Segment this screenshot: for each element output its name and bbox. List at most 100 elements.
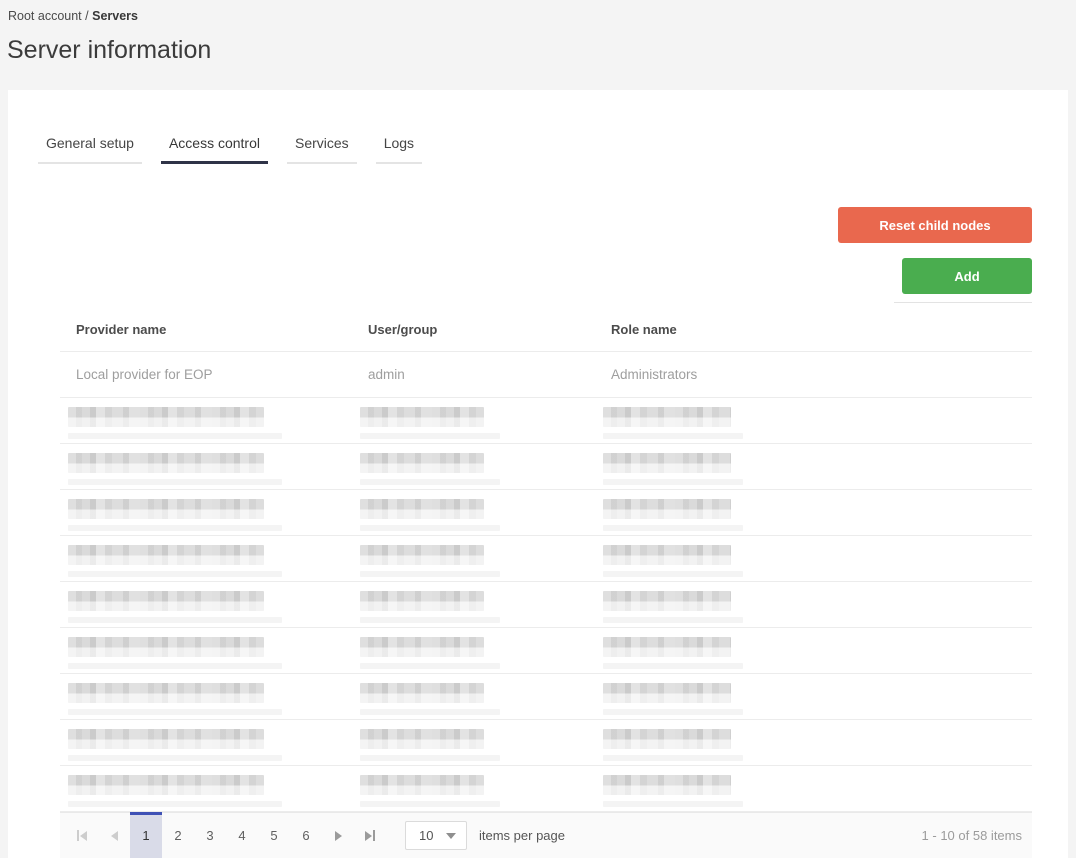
cell-user-group [352,766,595,811]
redacted-text [360,729,484,749]
redacted-underline [360,571,500,577]
redacted-text [603,407,731,427]
redacted-text [68,775,264,795]
redacted-text [603,453,731,473]
access-control-table: Provider name User/group Role name Local… [60,307,1032,858]
tab-strip: General setup Access control Services Lo… [38,135,441,164]
cell-provider-name [60,490,352,535]
redacted-text [68,729,264,749]
cell-role-name [595,674,1032,719]
redacted-underline [68,525,282,531]
table-row-redacted[interactable] [60,766,1032,812]
redacted-text [360,499,484,519]
cell-user-group [352,628,595,673]
redacted-underline [360,755,500,761]
redacted-text [360,683,484,703]
page-size-value: 10 [419,828,434,843]
cell-role-name [595,628,1032,673]
add-button[interactable]: Add [902,258,1032,294]
redacted-underline [68,663,282,669]
cell-provider-name [60,582,352,627]
chevron-down-icon [446,832,456,839]
previous-page-button[interactable] [98,813,130,858]
redacted-underline [360,709,500,715]
cell-role-name [595,444,1032,489]
redacted-text [68,637,264,657]
cell-provider-name [60,766,352,811]
page-button-4[interactable]: 4 [226,813,258,858]
cell-user-group [352,536,595,581]
table-row-redacted[interactable] [60,536,1032,582]
last-page-icon [365,830,375,841]
redacted-text [68,683,264,703]
table-row-redacted[interactable] [60,628,1032,674]
redacted-underline [360,433,500,439]
first-page-button[interactable] [66,813,98,858]
cell-role-name [595,766,1032,811]
cell-provider-name [60,628,352,673]
tab-services[interactable]: Services [287,135,357,164]
redacted-text [360,775,484,795]
redacted-text [360,407,484,427]
last-page-button[interactable] [354,813,386,858]
redacted-text [603,729,731,749]
next-page-button[interactable] [322,813,354,858]
table-row[interactable]: Local provider for EOP admin Administrat… [60,352,1032,398]
pagination-bar: 1 2 3 4 5 6 10 items per page 1 - 10 of … [60,812,1032,858]
redacted-underline [603,663,743,669]
page-button-5[interactable]: 5 [258,813,290,858]
cell-provider-name [60,674,352,719]
page-button-2[interactable]: 2 [162,813,194,858]
redacted-text [68,591,264,611]
cell-user-group [352,674,595,719]
cell-user-group [352,582,595,627]
redacted-underline [68,617,282,623]
redacted-text [603,545,731,565]
first-page-icon [77,830,87,841]
cell-role-name [595,398,1032,443]
table-row-redacted[interactable] [60,720,1032,766]
redacted-underline [603,709,743,715]
table-row-redacted[interactable] [60,398,1032,444]
redacted-underline [603,525,743,531]
column-header-role-name[interactable]: Role name [595,307,1032,351]
redacted-underline [603,433,743,439]
items-per-page-label: items per page [479,828,565,843]
cell-provider-name: Local provider for EOP [76,367,213,382]
page-size-dropdown[interactable]: 10 [405,821,467,850]
cell-role-name [595,720,1032,765]
tab-logs[interactable]: Logs [375,135,423,164]
redacted-underline [68,755,282,761]
add-button-divider [894,302,1032,303]
cell-user-group [352,490,595,535]
tab-access-control[interactable]: Access control [160,135,268,164]
breadcrumb: Root account / Servers [8,9,138,23]
redacted-underline [68,709,282,715]
cell-provider-name [60,536,352,581]
pager-range-label: 1 - 10 of 58 items [921,828,1022,843]
page-button-6[interactable]: 6 [290,813,322,858]
page-button-1[interactable]: 1 [130,812,162,858]
column-header-provider-name[interactable]: Provider name [60,307,352,351]
redacted-underline [68,433,282,439]
cell-user-group [352,398,595,443]
redacted-text [603,591,731,611]
table-row-redacted[interactable] [60,582,1032,628]
redacted-underline [603,479,743,485]
column-header-user-group[interactable]: User/group [352,307,595,351]
redacted-text [603,637,731,657]
cell-role-name [595,490,1032,535]
tab-general-setup[interactable]: General setup [38,135,142,164]
breadcrumb-root[interactable]: Root account [8,9,82,23]
table-row-redacted[interactable] [60,674,1032,720]
reset-child-nodes-button[interactable]: Reset child nodes [838,207,1032,243]
cell-role-name [595,582,1032,627]
cell-provider-name [60,720,352,765]
redacted-underline [360,525,500,531]
redacted-underline [360,663,500,669]
table-row-redacted[interactable] [60,490,1032,536]
page-button-3[interactable]: 3 [194,813,226,858]
cell-user-group: admin [368,367,405,382]
table-row-redacted[interactable] [60,444,1032,490]
table-header-row: Provider name User/group Role name [60,307,1032,352]
